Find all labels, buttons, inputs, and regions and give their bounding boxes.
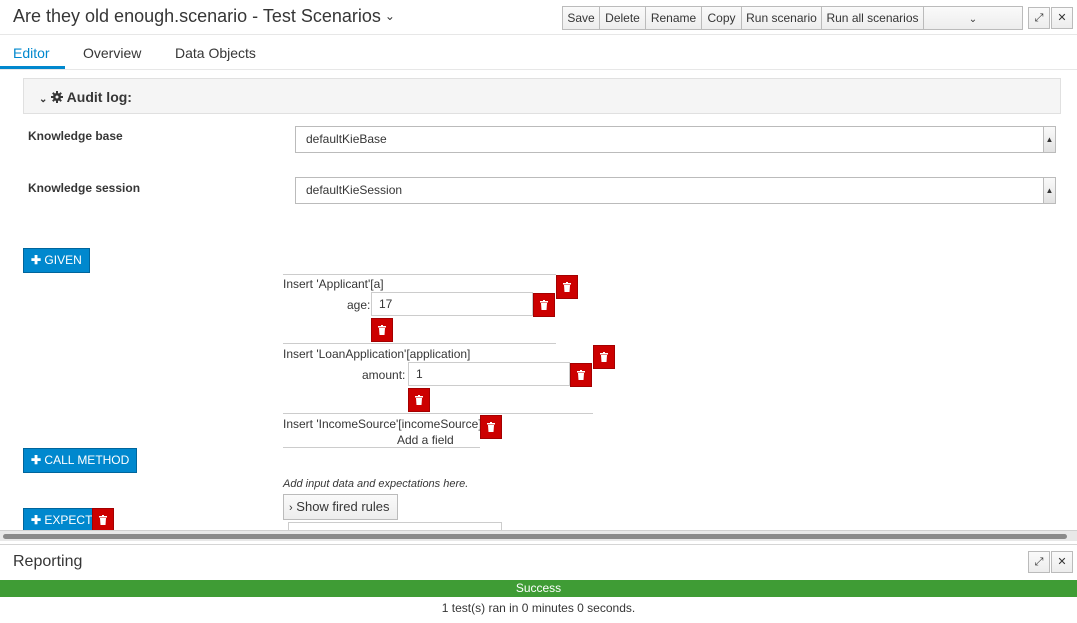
maximize-button[interactable]: ⤢ — [1028, 7, 1050, 29]
scrollbar-thumb[interactable] — [3, 534, 1067, 539]
field-label-amount: amount: — [362, 368, 406, 382]
reporting-title: Reporting — [13, 553, 83, 570]
call-method-label: CALL METHOD — [44, 453, 130, 467]
title-bar: Are they old enough.scenario - Test Scen… — [0, 0, 1077, 35]
knowledge-base-label: Knowledge base — [28, 129, 123, 143]
call-method-button[interactable]: ✚ CALL METHOD — [23, 448, 138, 473]
delete-fact-button[interactable] — [556, 275, 578, 299]
divider — [283, 343, 556, 344]
delete-fact-row-button[interactable] — [371, 318, 393, 342]
horizontal-scrollbar[interactable] — [0, 530, 1077, 541]
audit-log-label-row: ⌄ Audit log: — [39, 89, 132, 105]
expand-icon: ⤢ — [1034, 12, 1044, 24]
run-all-scenarios-button[interactable]: Run all scenarios — [821, 6, 924, 30]
select-arrow-icon: ▲ — [1043, 178, 1055, 203]
trash-icon — [99, 515, 107, 525]
chevron-down-icon: ⌄ — [968, 14, 978, 25]
audit-log-label: Audit log: — [66, 89, 132, 105]
expect-label: EXPECT — [44, 513, 93, 527]
chevron-down-icon: ⌄ — [39, 94, 48, 105]
plus-icon: ✚ — [31, 453, 42, 467]
expect-button[interactable]: ✚ EXPECT — [23, 508, 101, 530]
delete-button[interactable]: Delete — [599, 6, 646, 30]
plus-icon: ✚ — [31, 253, 42, 267]
trash-icon — [563, 282, 571, 292]
test-scenario-editor-window: { "header": { "title": "Are they old eno… — [0, 0, 1077, 623]
editor-panel: ⌄ Audit log: Knowledge base defaultKieBa… — [0, 71, 1077, 530]
given-label: GIVEN — [44, 253, 82, 267]
tab-editor[interactable]: Editor — [13, 45, 50, 61]
active-tab-indicator — [0, 66, 65, 69]
show-fired-rules-label: Show fired rules — [296, 499, 390, 514]
add-field-link[interactable]: Add a field — [397, 433, 454, 447]
tab-overview[interactable]: Overview — [83, 45, 141, 61]
fact-title: Insert 'Applicant'[a] — [283, 277, 384, 291]
trash-icon — [600, 352, 608, 362]
reporting-maximize-button[interactable]: ⤢ — [1028, 551, 1050, 573]
audit-log-header[interactable]: ⌄ Audit log: — [23, 78, 1061, 114]
close-icon: ✕ — [1057, 12, 1067, 24]
delete-expect-button[interactable] — [92, 508, 114, 530]
knowledge-session-label: Knowledge session — [28, 181, 141, 195]
tab-data-objects[interactable]: Data Objects — [175, 45, 256, 61]
hint-text: Add input data and expectations here. — [283, 478, 469, 490]
document-title[interactable]: Are they old enough.scenario - Test Scen… — [13, 6, 395, 27]
trash-icon — [577, 370, 585, 380]
age-input[interactable]: 17 — [371, 292, 533, 316]
select-arrow-icon: ▲ — [1043, 127, 1055, 152]
delete-fact-button[interactable] — [593, 345, 615, 369]
trash-icon — [540, 300, 548, 310]
expand-icon: ⤢ — [1034, 556, 1044, 568]
divider — [283, 447, 480, 448]
fact-title: Insert 'LoanApplication'[application] — [283, 347, 471, 361]
reporting-panel: Reporting ⤢ ✕ Success 1 test(s) ran in 0… — [0, 544, 1077, 623]
editor-tabs: Editor Overview Data Objects — [0, 36, 1077, 70]
divider — [283, 274, 556, 275]
rename-button[interactable]: Rename — [645, 6, 702, 30]
knowledge-session-value: defaultKieSession — [306, 183, 403, 197]
status-bar: Success — [0, 580, 1077, 597]
run-scenario-button[interactable]: Run scenario — [741, 6, 822, 30]
version-dropdown[interactable]: ⌄ — [923, 6, 1023, 30]
delete-fact-button[interactable] — [480, 415, 502, 439]
trash-icon — [378, 325, 386, 335]
document-title-text: Are they old enough.scenario - Test Scen… — [13, 6, 381, 26]
knowledge-base-value: defaultKieBase — [306, 132, 387, 146]
show-fired-rules-button[interactable]: › Show fired rules — [283, 494, 398, 520]
trash-icon — [415, 395, 423, 405]
reporting-close-button[interactable]: ✕ — [1051, 551, 1073, 573]
gear-icon — [51, 91, 64, 103]
plus-icon: ✚ — [31, 513, 42, 527]
delete-field-button[interactable] — [533, 293, 555, 317]
divider — [283, 413, 593, 414]
given-button[interactable]: ✚ GIVEN — [23, 248, 90, 273]
delete-fact-row-button[interactable] — [408, 388, 430, 412]
copy-button[interactable]: Copy — [701, 6, 742, 30]
save-button[interactable]: Save — [562, 6, 600, 30]
amount-input[interactable]: 1 — [408, 362, 570, 386]
field-label-age: age: — [347, 298, 371, 312]
test-summary: 1 test(s) ran in 0 minutes 0 seconds. — [441, 601, 636, 615]
fact-title: Insert 'IncomeSource'[incomeSource] — [283, 417, 482, 431]
chevron-right-icon: › — [289, 502, 293, 514]
chevron-down-icon: ⌄ — [384, 9, 395, 23]
delete-field-button[interactable] — [570, 363, 592, 387]
knowledge-session-select[interactable]: defaultKieSession ▲ — [295, 177, 1056, 204]
partial-expect-row — [288, 522, 502, 530]
knowledge-base-select[interactable]: defaultKieBase ▲ — [295, 126, 1056, 153]
close-button[interactable]: ✕ — [1051, 7, 1073, 29]
close-icon: ✕ — [1057, 556, 1067, 568]
trash-icon — [487, 422, 495, 432]
